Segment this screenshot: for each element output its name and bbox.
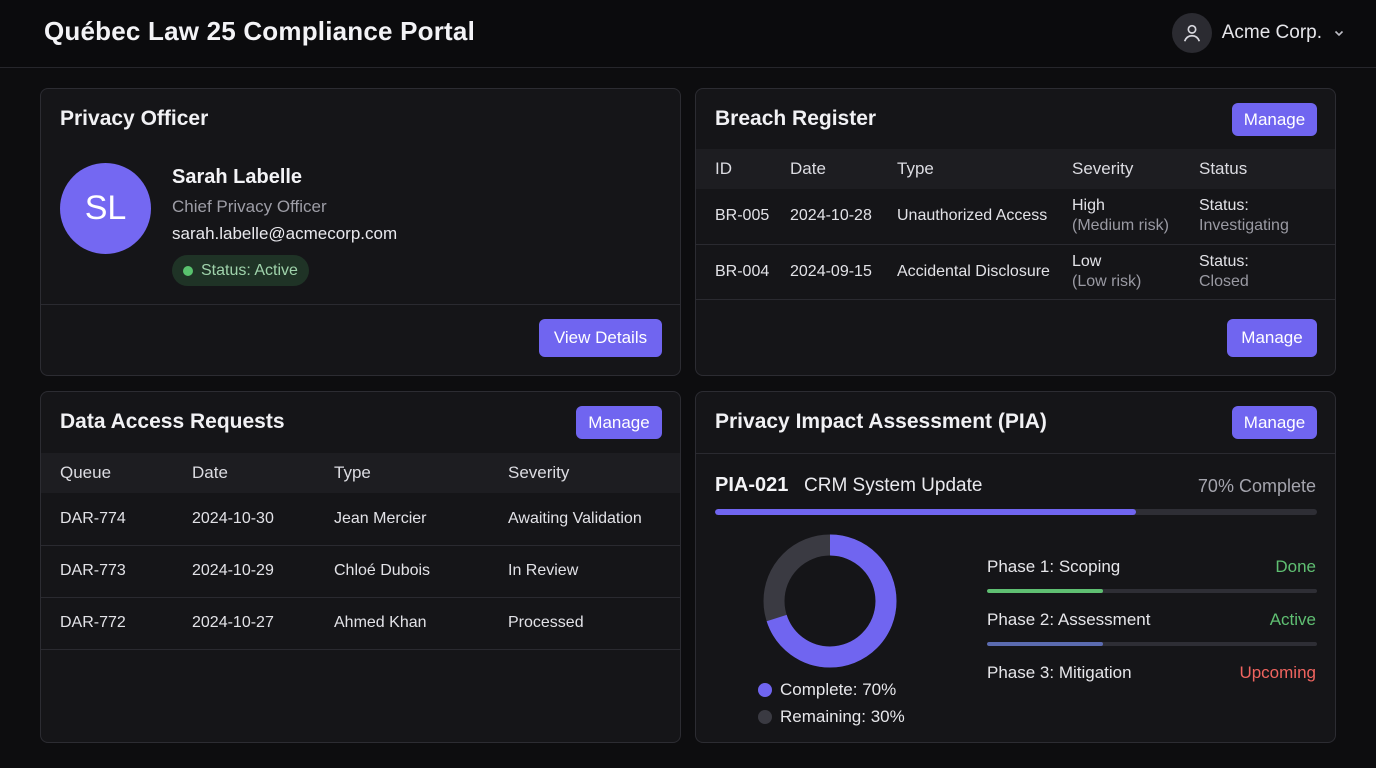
request-date: 2024-10-27 bbox=[192, 614, 274, 631]
breach-status: Status: Investigating bbox=[1199, 189, 1335, 244]
column-header: Status bbox=[1199, 159, 1248, 178]
divider bbox=[696, 453, 1335, 454]
column-header: Type bbox=[897, 159, 934, 178]
card-title: Breach Register bbox=[715, 107, 877, 130]
legend-item-complete: Complete: 70% bbox=[758, 680, 896, 700]
legend-label: Remaining: 30% bbox=[780, 707, 905, 726]
request-type: Ahmed Khan bbox=[334, 614, 427, 631]
top-bar: Québec Law 25 Compliance Portal Acme Cor… bbox=[0, 0, 1376, 68]
status-badge: Status: Active bbox=[172, 255, 309, 286]
pia-card: Privacy Impact Assessment (PIA) Manage P… bbox=[695, 391, 1336, 743]
request-type: Chloé Dubois bbox=[334, 562, 431, 579]
column-header: ID bbox=[715, 159, 732, 178]
status-label: Status: bbox=[1199, 197, 1249, 215]
request-type: Jean Mercier bbox=[334, 509, 427, 527]
request-date: 2024-10-30 bbox=[192, 509, 274, 527]
manage-button[interactable]: Manage bbox=[1232, 103, 1317, 136]
breach-type: Unauthorized Access bbox=[897, 207, 1048, 225]
legend-dot-icon bbox=[758, 710, 772, 724]
breach-id: BR-004 bbox=[715, 262, 770, 280]
table-header-row: Queue Date Type Severity bbox=[41, 453, 680, 493]
pia-progress-bar bbox=[715, 509, 1317, 515]
breach-table: ID Date Type Severity Status BR-005 2024… bbox=[696, 149, 1335, 300]
app-title: Québec Law 25 Compliance Portal bbox=[44, 16, 475, 46]
request-queue: DAR-774 bbox=[60, 509, 126, 527]
officer-email: sarah.labelle@acmecorp.com bbox=[172, 224, 398, 243]
phase-state: Upcoming bbox=[1239, 663, 1316, 682]
request-queue: DAR-773 bbox=[60, 562, 126, 579]
account-name: Acme Corp. bbox=[1221, 22, 1322, 43]
column-header: Date bbox=[790, 159, 826, 178]
avatar: SL bbox=[60, 163, 151, 254]
manage-button[interactable]: Manage bbox=[1232, 406, 1317, 439]
card-title: Privacy Officer bbox=[60, 107, 209, 130]
column-header: Severity bbox=[1072, 159, 1134, 178]
status-text: Status: Active bbox=[201, 261, 298, 279]
manage-button[interactable]: Manage bbox=[576, 406, 662, 439]
phase-name: Phase 3: Mitigation bbox=[987, 663, 1132, 682]
phase-name: Phase 1: Scoping bbox=[987, 557, 1121, 576]
status-value: Investigating bbox=[1199, 217, 1289, 235]
table-row[interactable]: BR-004 2024-09-15 Accidental Disclosure … bbox=[696, 244, 1335, 299]
progress-fill bbox=[715, 509, 1137, 515]
breach-severity: High (Medium risk) bbox=[1072, 189, 1199, 244]
chevron-down-icon bbox=[1332, 26, 1346, 40]
severity-level: High bbox=[1072, 197, 1105, 215]
breach-date: 2024-10-28 bbox=[790, 207, 872, 225]
pia-name: CRM System Update bbox=[804, 475, 983, 496]
card-title: Data Access Requests bbox=[60, 410, 285, 433]
request-severity: Awaiting Validation bbox=[508, 509, 642, 527]
phase-progress-fill bbox=[987, 589, 1103, 593]
officer-role: Chief Privacy Officer bbox=[172, 197, 327, 216]
column-header: Queue bbox=[60, 463, 112, 482]
completion-donut-chart bbox=[763, 534, 897, 668]
legend-label: Complete: 70% bbox=[780, 680, 897, 699]
account-menu[interactable]: Acme Corp. bbox=[1171, 13, 1346, 53]
pia-id: PIA-021 bbox=[715, 474, 789, 496]
severity-level: Low bbox=[1072, 252, 1102, 270]
legend-dot-icon bbox=[758, 683, 772, 697]
breach-register-card: Breach Register Manage ID Date Type Seve… bbox=[695, 88, 1336, 376]
column-header: Type bbox=[334, 463, 371, 482]
privacy-officer-card: Privacy Officer SL Sarah Labelle Chief P… bbox=[40, 88, 681, 376]
request-severity: Processed bbox=[508, 614, 584, 631]
divider bbox=[41, 304, 680, 305]
status-label: Status: bbox=[1199, 252, 1249, 270]
phase-state: Active bbox=[1269, 610, 1316, 629]
status-dot-icon bbox=[183, 265, 193, 276]
officer-name: Sarah Labelle bbox=[172, 166, 303, 188]
user-icon bbox=[1171, 13, 1212, 53]
breach-date: 2024-09-15 bbox=[790, 262, 872, 280]
column-header: Severity bbox=[508, 463, 570, 482]
phase-name: Phase 2: Assessment bbox=[987, 610, 1151, 629]
manage-button-bottom[interactable]: Manage bbox=[1227, 319, 1317, 357]
status-value: Closed bbox=[1199, 272, 1249, 290]
request-queue: DAR-772 bbox=[60, 614, 126, 631]
request-date: 2024-10-29 bbox=[192, 562, 274, 579]
table-row[interactable]: BR-005 2024-10-28 Unauthorized Access Hi… bbox=[696, 189, 1335, 244]
request-severity: In Review bbox=[508, 562, 579, 579]
phase-progress-bar bbox=[987, 642, 1317, 646]
data-access-requests-card: Data Access Requests Manage Queue Date T… bbox=[40, 391, 681, 743]
phase-progress-fill bbox=[987, 642, 1103, 646]
breach-id: BR-005 bbox=[715, 207, 770, 225]
table-header-row: ID Date Type Severity Status bbox=[696, 149, 1335, 189]
table-row[interactable]: DAR-773 2024-10-29 Chloé Dubois In Revie… bbox=[41, 545, 680, 597]
legend-item-remaining: Remaining: 30% bbox=[758, 707, 905, 727]
phase-state: Done bbox=[1275, 557, 1316, 576]
breach-type: Accidental Disclosure bbox=[897, 262, 1050, 280]
breach-severity: Low (Low risk) bbox=[1072, 244, 1199, 299]
severity-note: (Medium risk) bbox=[1072, 217, 1169, 235]
pia-progress-label: 70% Complete bbox=[1197, 476, 1316, 496]
phase-progress-bar bbox=[987, 589, 1317, 593]
card-title: Privacy Impact Assessment (PIA) bbox=[715, 410, 1047, 433]
severity-note: (Low risk) bbox=[1072, 272, 1142, 290]
table-row[interactable]: DAR-772 2024-10-27 Ahmed Khan Processed bbox=[41, 597, 680, 649]
view-details-button[interactable]: View Details bbox=[539, 319, 662, 357]
requests-table: Queue Date Type Severity DAR-774 2024-10… bbox=[41, 453, 680, 650]
column-header: Date bbox=[192, 463, 228, 482]
breach-status: Status: Closed bbox=[1199, 244, 1335, 299]
table-row[interactable]: DAR-774 2024-10-30 Jean Mercier Awaiting… bbox=[41, 493, 680, 545]
